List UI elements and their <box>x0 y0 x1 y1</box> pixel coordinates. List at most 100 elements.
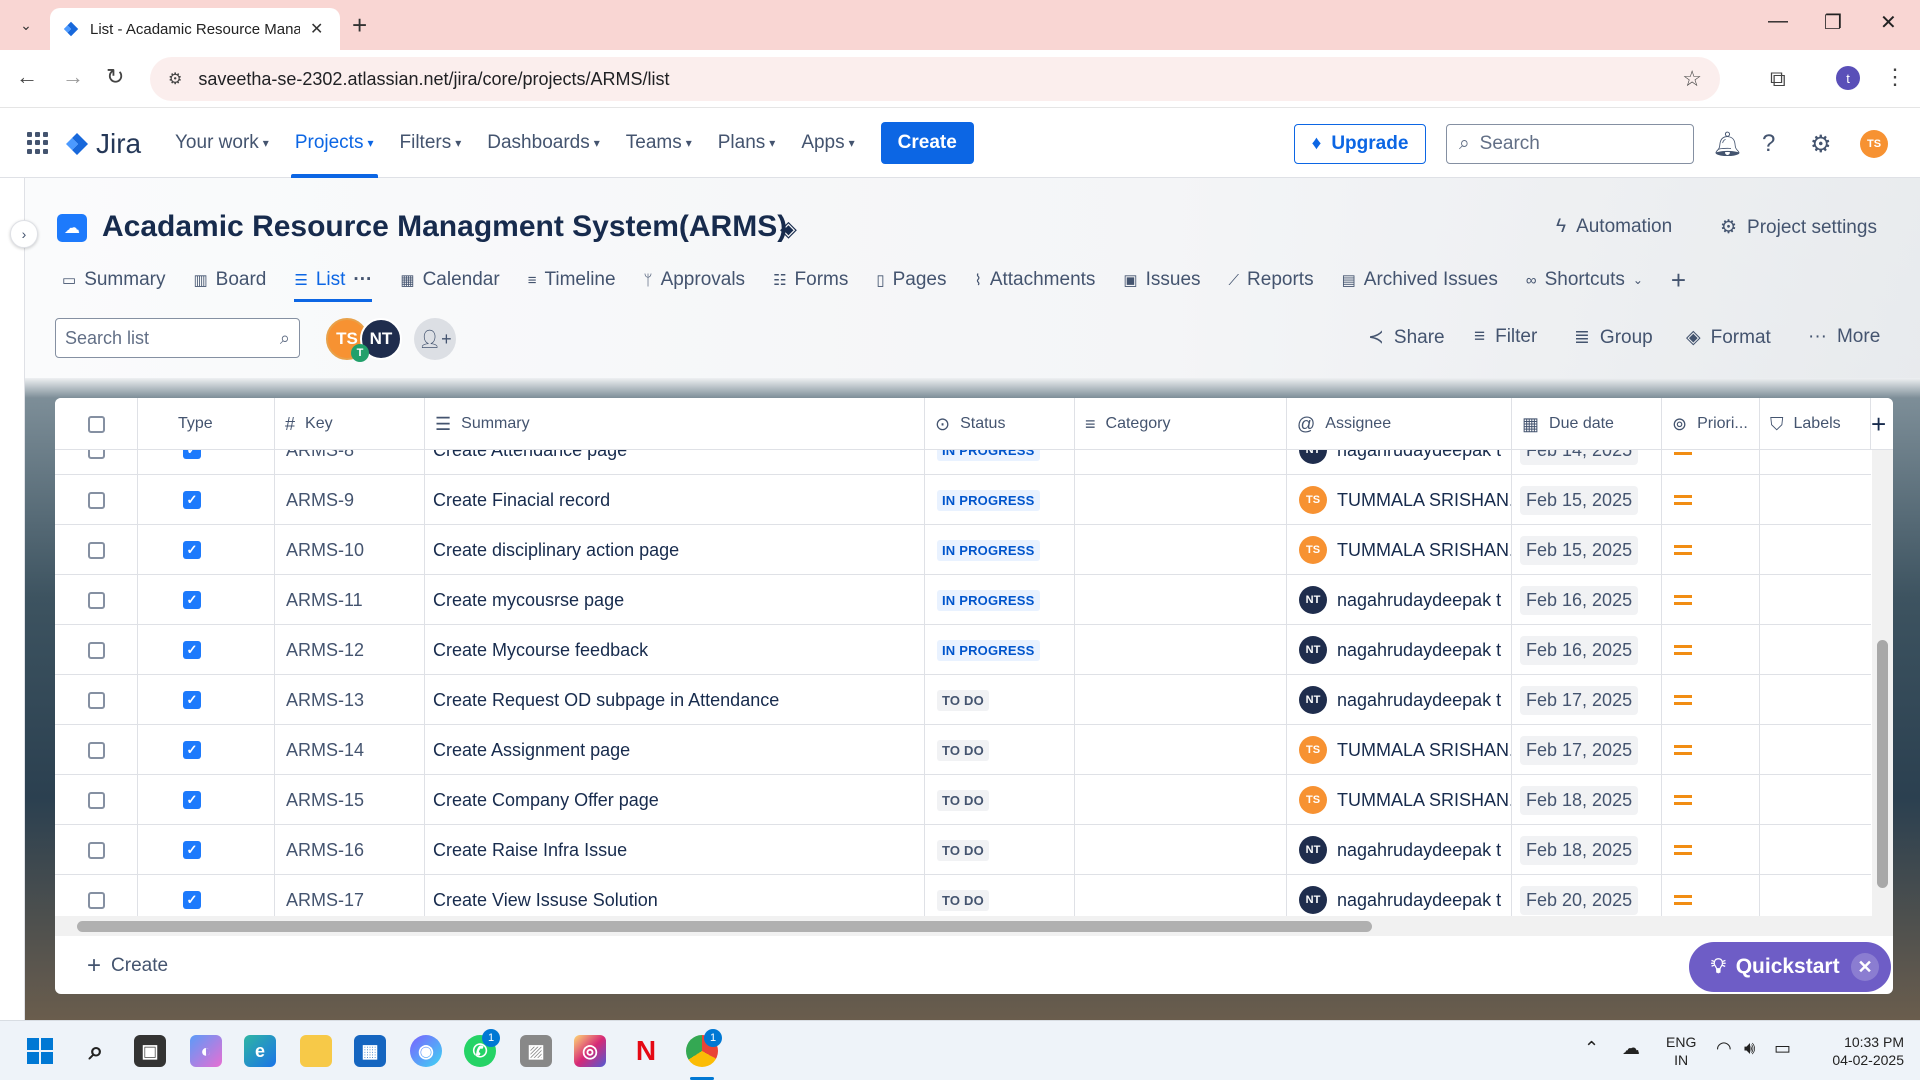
project-settings-button[interactable]: ⚙ Project settings <box>1720 216 1877 239</box>
row-checkbox[interactable] <box>55 625 138 675</box>
status-lozenge[interactable]: TO DO <box>925 825 1075 875</box>
create-issue-row[interactable]: + Create <box>87 952 168 980</box>
settings-gear-icon[interactable]: ⚙ <box>1810 130 1832 159</box>
issue-key[interactable]: ARMS-11 <box>275 575 425 625</box>
add-column-icon[interactable]: + <box>1871 398 1893 450</box>
priority-medium-icon[interactable] <box>1662 475 1760 525</box>
restore-icon[interactable]: ❐ <box>1824 10 1842 35</box>
table-row[interactable]: ✓ ARMS-13 Create Request OD subpage in A… <box>55 675 1871 725</box>
address-bar[interactable]: ⚙ saveetha-se-2302.atlassian.net/jira/co… <box>150 57 1720 101</box>
status-lozenge[interactable]: IN PROGRESS <box>925 625 1075 675</box>
close-icon[interactable]: ✕ <box>1851 953 1879 981</box>
category-cell[interactable] <box>1075 675 1287 725</box>
table-row[interactable]: ✓ ARMS-11 Create mycousrse page IN PROGR… <box>55 575 1871 625</box>
file-explorer-icon[interactable] <box>300 1035 332 1067</box>
priority-medium-icon[interactable] <box>1662 775 1760 825</box>
bookmark-star-icon[interactable]: ☆ <box>1682 66 1702 92</box>
status-lozenge[interactable]: IN PROGRESS <box>925 525 1075 575</box>
app-switcher-icon[interactable] <box>27 132 49 154</box>
tab-board[interactable]: ▥ Board <box>193 262 266 298</box>
tab-shortcuts[interactable]: ∞ Shortcuts ⌄ <box>1526 262 1643 298</box>
site-info-icon[interactable]: ⚙ <box>168 69 182 89</box>
copilot-icon[interactable]: ◐ <box>190 1035 222 1067</box>
filter-button[interactable]: ≡ Filter <box>1474 326 1537 348</box>
format-button[interactable]: ◈ Format <box>1686 326 1771 349</box>
tab-timeline[interactable]: ≡ Timeline <box>528 262 616 298</box>
row-checkbox[interactable] <box>55 775 138 825</box>
table-row[interactable]: ✓ ARMS-9 Create Finacial record IN PROGR… <box>55 475 1871 525</box>
nav-dashboards[interactable]: Dashboards ▾ <box>487 108 599 178</box>
labels-cell[interactable] <box>1760 525 1871 575</box>
issue-key[interactable]: ARMS-12 <box>275 625 425 675</box>
upgrade-button[interactable]: ♦ Upgrade <box>1294 124 1426 164</box>
status-lozenge[interactable]: TO DO <box>925 725 1075 775</box>
category-cell[interactable] <box>1075 775 1287 825</box>
minimize-icon[interactable]: — <box>1768 10 1788 33</box>
priority-medium-icon[interactable] <box>1662 575 1760 625</box>
profile-avatar[interactable]: t <box>1836 66 1860 90</box>
close-window-icon[interactable]: ✕ <box>1880 10 1897 35</box>
tab-search-button[interactable]: ⌄ <box>12 12 40 38</box>
nav-filters[interactable]: Filters ▾ <box>400 108 462 178</box>
labels-cell[interactable] <box>1760 475 1871 525</box>
assignee-cell[interactable]: TS TUMMALA SRISHAN... <box>1287 775 1512 825</box>
more-button[interactable]: ··· More <box>1808 326 1880 348</box>
select-all-checkbox[interactable] <box>55 398 138 450</box>
tab-list[interactable]: ☰ List ··· <box>294 262 373 302</box>
edge-icon[interactable]: e <box>244 1035 276 1067</box>
jira-logo[interactable]: Jira <box>64 128 141 160</box>
labels-cell[interactable] <box>1760 675 1871 725</box>
tab-issues[interactable]: ▣ Issues <box>1123 262 1200 298</box>
issue-key[interactable]: ARMS-16 <box>275 825 425 875</box>
issue-summary[interactable]: Create disciplinary action page <box>425 525 925 575</box>
quickstart-button[interactable]: 💡︎ Quickstart ✕ <box>1689 942 1891 992</box>
assignee-cell[interactable]: TS TUMMALA SRISHAN... <box>1287 525 1512 575</box>
assignee-cell[interactable]: NT nagahrudaydeepak t <box>1287 575 1512 625</box>
nav-projects[interactable]: Projects ▾ <box>290 108 378 178</box>
due-date-cell[interactable]: Feb 18, 2025 <box>1512 775 1662 825</box>
row-checkbox[interactable] <box>55 525 138 575</box>
tab-reports[interactable]: ⟋ Reports <box>1229 262 1314 298</box>
due-date-cell[interactable]: Feb 16, 2025 <box>1512 625 1662 675</box>
nav-plans[interactable]: Plans ▾ <box>718 108 776 178</box>
horizontal-scrollbar[interactable] <box>55 916 1893 936</box>
due-date-cell[interactable]: Feb 18, 2025 <box>1512 825 1662 875</box>
onedrive-icon[interactable]: ☁ <box>1622 1039 1640 1057</box>
labels-cell[interactable] <box>1760 575 1871 625</box>
due-date-cell[interactable]: Feb 15, 2025 <box>1512 475 1662 525</box>
nav-teams[interactable]: Teams ▾ <box>626 108 692 178</box>
due-date-cell[interactable]: Feb 17, 2025 <box>1512 675 1662 725</box>
windows-start-icon[interactable] <box>24 1035 56 1067</box>
category-cell[interactable] <box>1075 475 1287 525</box>
browser-menu-icon[interactable]: ⋮ <box>1884 64 1906 90</box>
instagram-icon[interactable]: ◎ <box>574 1035 606 1067</box>
global-search-input[interactable]: ⌕ Search <box>1446 124 1694 164</box>
row-checkbox[interactable] <box>55 825 138 875</box>
search-icon[interactable]: ⌕ <box>80 1035 112 1067</box>
status-lozenge[interactable]: IN PROGRESS <box>925 575 1075 625</box>
row-checkbox[interactable] <box>55 575 138 625</box>
user-avatar[interactable]: TS <box>1860 130 1888 158</box>
help-icon[interactable]: ? <box>1762 130 1775 158</box>
photos-icon[interactable]: ◉ <box>410 1035 442 1067</box>
tab-close-icon[interactable]: ✕ <box>310 19 323 39</box>
paint-bucket-icon[interactable]: ◈ <box>780 216 797 242</box>
wifi-icon[interactable]: ◠ <box>1716 1039 1732 1057</box>
status-lozenge[interactable]: IN PROGRESS <box>925 475 1075 525</box>
header-labels[interactable]: ⛉ Labels <box>1760 398 1871 450</box>
row-checkbox[interactable] <box>55 725 138 775</box>
issue-key[interactable]: ARMS-9 <box>275 475 425 525</box>
labels-cell[interactable] <box>1760 625 1871 675</box>
clock[interactable]: 10:33 PM 04-02-2025 <box>1810 1033 1904 1069</box>
task-view-icon[interactable]: ▣ <box>134 1035 166 1067</box>
volume-icon[interactable]: 🔊︎ <box>1744 1039 1755 1057</box>
language-indicator[interactable]: ENG IN <box>1666 1033 1696 1069</box>
issue-summary[interactable]: Create Finacial record <box>425 475 925 525</box>
priority-medium-icon[interactable] <box>1662 825 1760 875</box>
labels-cell[interactable] <box>1760 775 1871 825</box>
table-row[interactable]: ✓ ARMS-15 Create Company Offer page TO D… <box>55 775 1871 825</box>
gallery-icon[interactable]: ▨ <box>520 1035 552 1067</box>
category-cell[interactable] <box>1075 575 1287 625</box>
extensions-icon[interactable]: ⧉ <box>1770 66 1786 92</box>
issue-key[interactable]: ARMS-15 <box>275 775 425 825</box>
